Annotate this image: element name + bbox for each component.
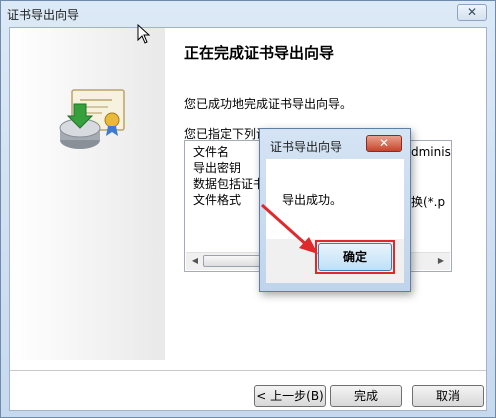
- completion-text: 您已成功地完成证书导出向导。: [184, 97, 353, 111]
- setting-value: 换(*.p: [411, 195, 446, 209]
- wizard-client-area: 正在完成证书导出向导 您已成功地完成证书导出向导。 您已指定下列设置: 文件名 …: [9, 27, 487, 411]
- mouse-pointer-icon: [137, 24, 151, 44]
- dialog-title: 证书导出向导: [270, 140, 343, 154]
- list-item: 导出密钥: [193, 161, 242, 175]
- back-button[interactable]: < 上一步(B): [254, 385, 326, 407]
- certificate-export-icon: [59, 89, 125, 149]
- list-item: 文件名: [193, 145, 230, 159]
- page-title: 正在完成证书导出向导: [184, 44, 335, 62]
- cancel-button[interactable]: 取消: [412, 385, 484, 407]
- dialog-message: 导出成功。: [282, 193, 343, 207]
- annotation-highlight-box: [315, 240, 395, 274]
- title-bar: 证书导出向导 ✕: [1, 1, 495, 27]
- scroll-right-icon[interactable]: ▶: [434, 255, 448, 267]
- setting-value: dminis: [411, 145, 451, 159]
- list-item: 数据包括证书: [193, 177, 266, 191]
- scroll-left-icon[interactable]: ◀: [188, 255, 202, 267]
- scrollbar-thumb[interactable]: [203, 255, 267, 267]
- finish-button[interactable]: 完成: [330, 385, 402, 407]
- window-title: 证书导出向导: [7, 8, 80, 22]
- dialog-close-button[interactable]: ✕: [366, 135, 402, 152]
- dialog-body: 导出成功。: [266, 159, 404, 239]
- window-close-button[interactable]: ✕: [457, 4, 487, 21]
- wizard-side-panel: [10, 28, 165, 360]
- close-icon: ✕: [466, 5, 478, 19]
- export-success-dialog: 证书导出向导 ✕ 导出成功。 确定: [259, 128, 411, 292]
- list-item: 文件格式: [193, 193, 242, 207]
- wizard-window: 证书导出向导 ✕ 正在完成证书导出向导 您已成功地完成证书导出向导。 您已指定下…: [0, 0, 496, 418]
- button-separator: [10, 370, 486, 371]
- close-icon: ✕: [378, 136, 390, 150]
